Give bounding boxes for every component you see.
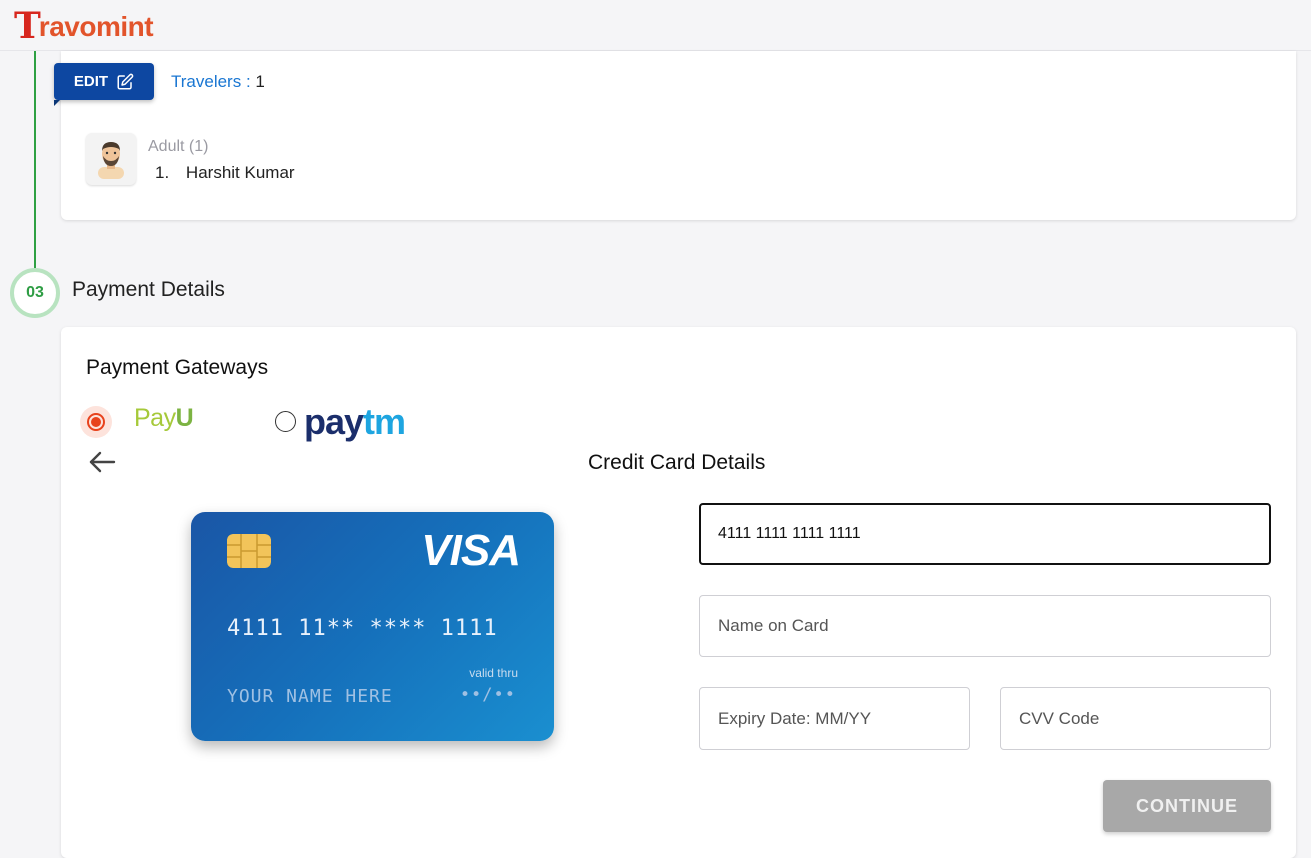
card-number-input[interactable] [718, 525, 1269, 543]
expiry-date-field[interactable] [699, 687, 970, 750]
cvv-input[interactable] [1019, 708, 1270, 729]
cvv-field[interactable] [1000, 687, 1271, 750]
step-title: Payment Details [72, 278, 225, 301]
edit-travelers-button[interactable]: EDIT [54, 63, 154, 106]
payu-radio[interactable] [80, 406, 112, 438]
radio-ring [87, 413, 105, 431]
chip-icon [227, 534, 271, 568]
logo-text: ravomint [38, 11, 154, 42]
payu-logo-u: U [175, 404, 194, 432]
adult-avatar [86, 133, 136, 185]
adult-group-label: Adult (1) [148, 138, 209, 155]
credit-card-details-title: Credit Card Details [588, 451, 766, 474]
paytm-logo[interactable]: paytm [304, 400, 406, 444]
card-preview-number: 4111 11** **** 1111 [227, 616, 498, 641]
card-preview-name: YOUR NAME HERE [227, 686, 393, 707]
top-bar: T ravomint [0, 0, 1311, 51]
step-number-badge: 03 [10, 268, 60, 318]
expiry-date-input[interactable] [718, 708, 969, 729]
payment-gateways-title: Payment Gateways [86, 356, 269, 379]
card-preview: VISA 4111 11** **** 1111 valid thru YOUR… [191, 512, 554, 741]
name-on-card-input[interactable] [718, 616, 1270, 636]
paytm-radio[interactable] [275, 411, 296, 432]
step-connector-line [34, 51, 36, 271]
payu-logo[interactable]: PayU [134, 404, 194, 433]
travomint-logo[interactable]: T ravomint [14, 5, 154, 47]
visa-logo: VISA [421, 526, 521, 575]
paytm-logo-tm: tm [363, 401, 406, 442]
logo-initial: T [14, 5, 41, 47]
edit-icon [117, 73, 134, 89]
travelers-count-value: 1 [255, 72, 265, 91]
edit-label: EDIT [73, 73, 109, 90]
travelers-label: Travelers : [171, 72, 251, 91]
payu-logo-pay: Pay [134, 404, 176, 432]
paytm-logo-pay: pay [304, 401, 364, 442]
valid-thru-label: valid thru [469, 666, 518, 680]
traveler-list-item: 1. Harshit Kumar [155, 163, 295, 183]
person-avatar-icon [98, 142, 124, 179]
travelers-count: Travelers : 1 [171, 72, 265, 92]
traveler-name: Harshit Kumar [185, 163, 295, 182]
card-preview-expiry: ••/•• [459, 685, 516, 705]
card-number-field[interactable] [699, 503, 1271, 565]
radio-dot [91, 417, 101, 427]
traveler-index: 1. [155, 163, 170, 182]
name-on-card-field[interactable] [699, 595, 1271, 657]
edit-button-tail [54, 100, 60, 106]
back-arrow-icon[interactable] [88, 449, 116, 475]
continue-button[interactable]: CONTINUE [1103, 780, 1271, 832]
